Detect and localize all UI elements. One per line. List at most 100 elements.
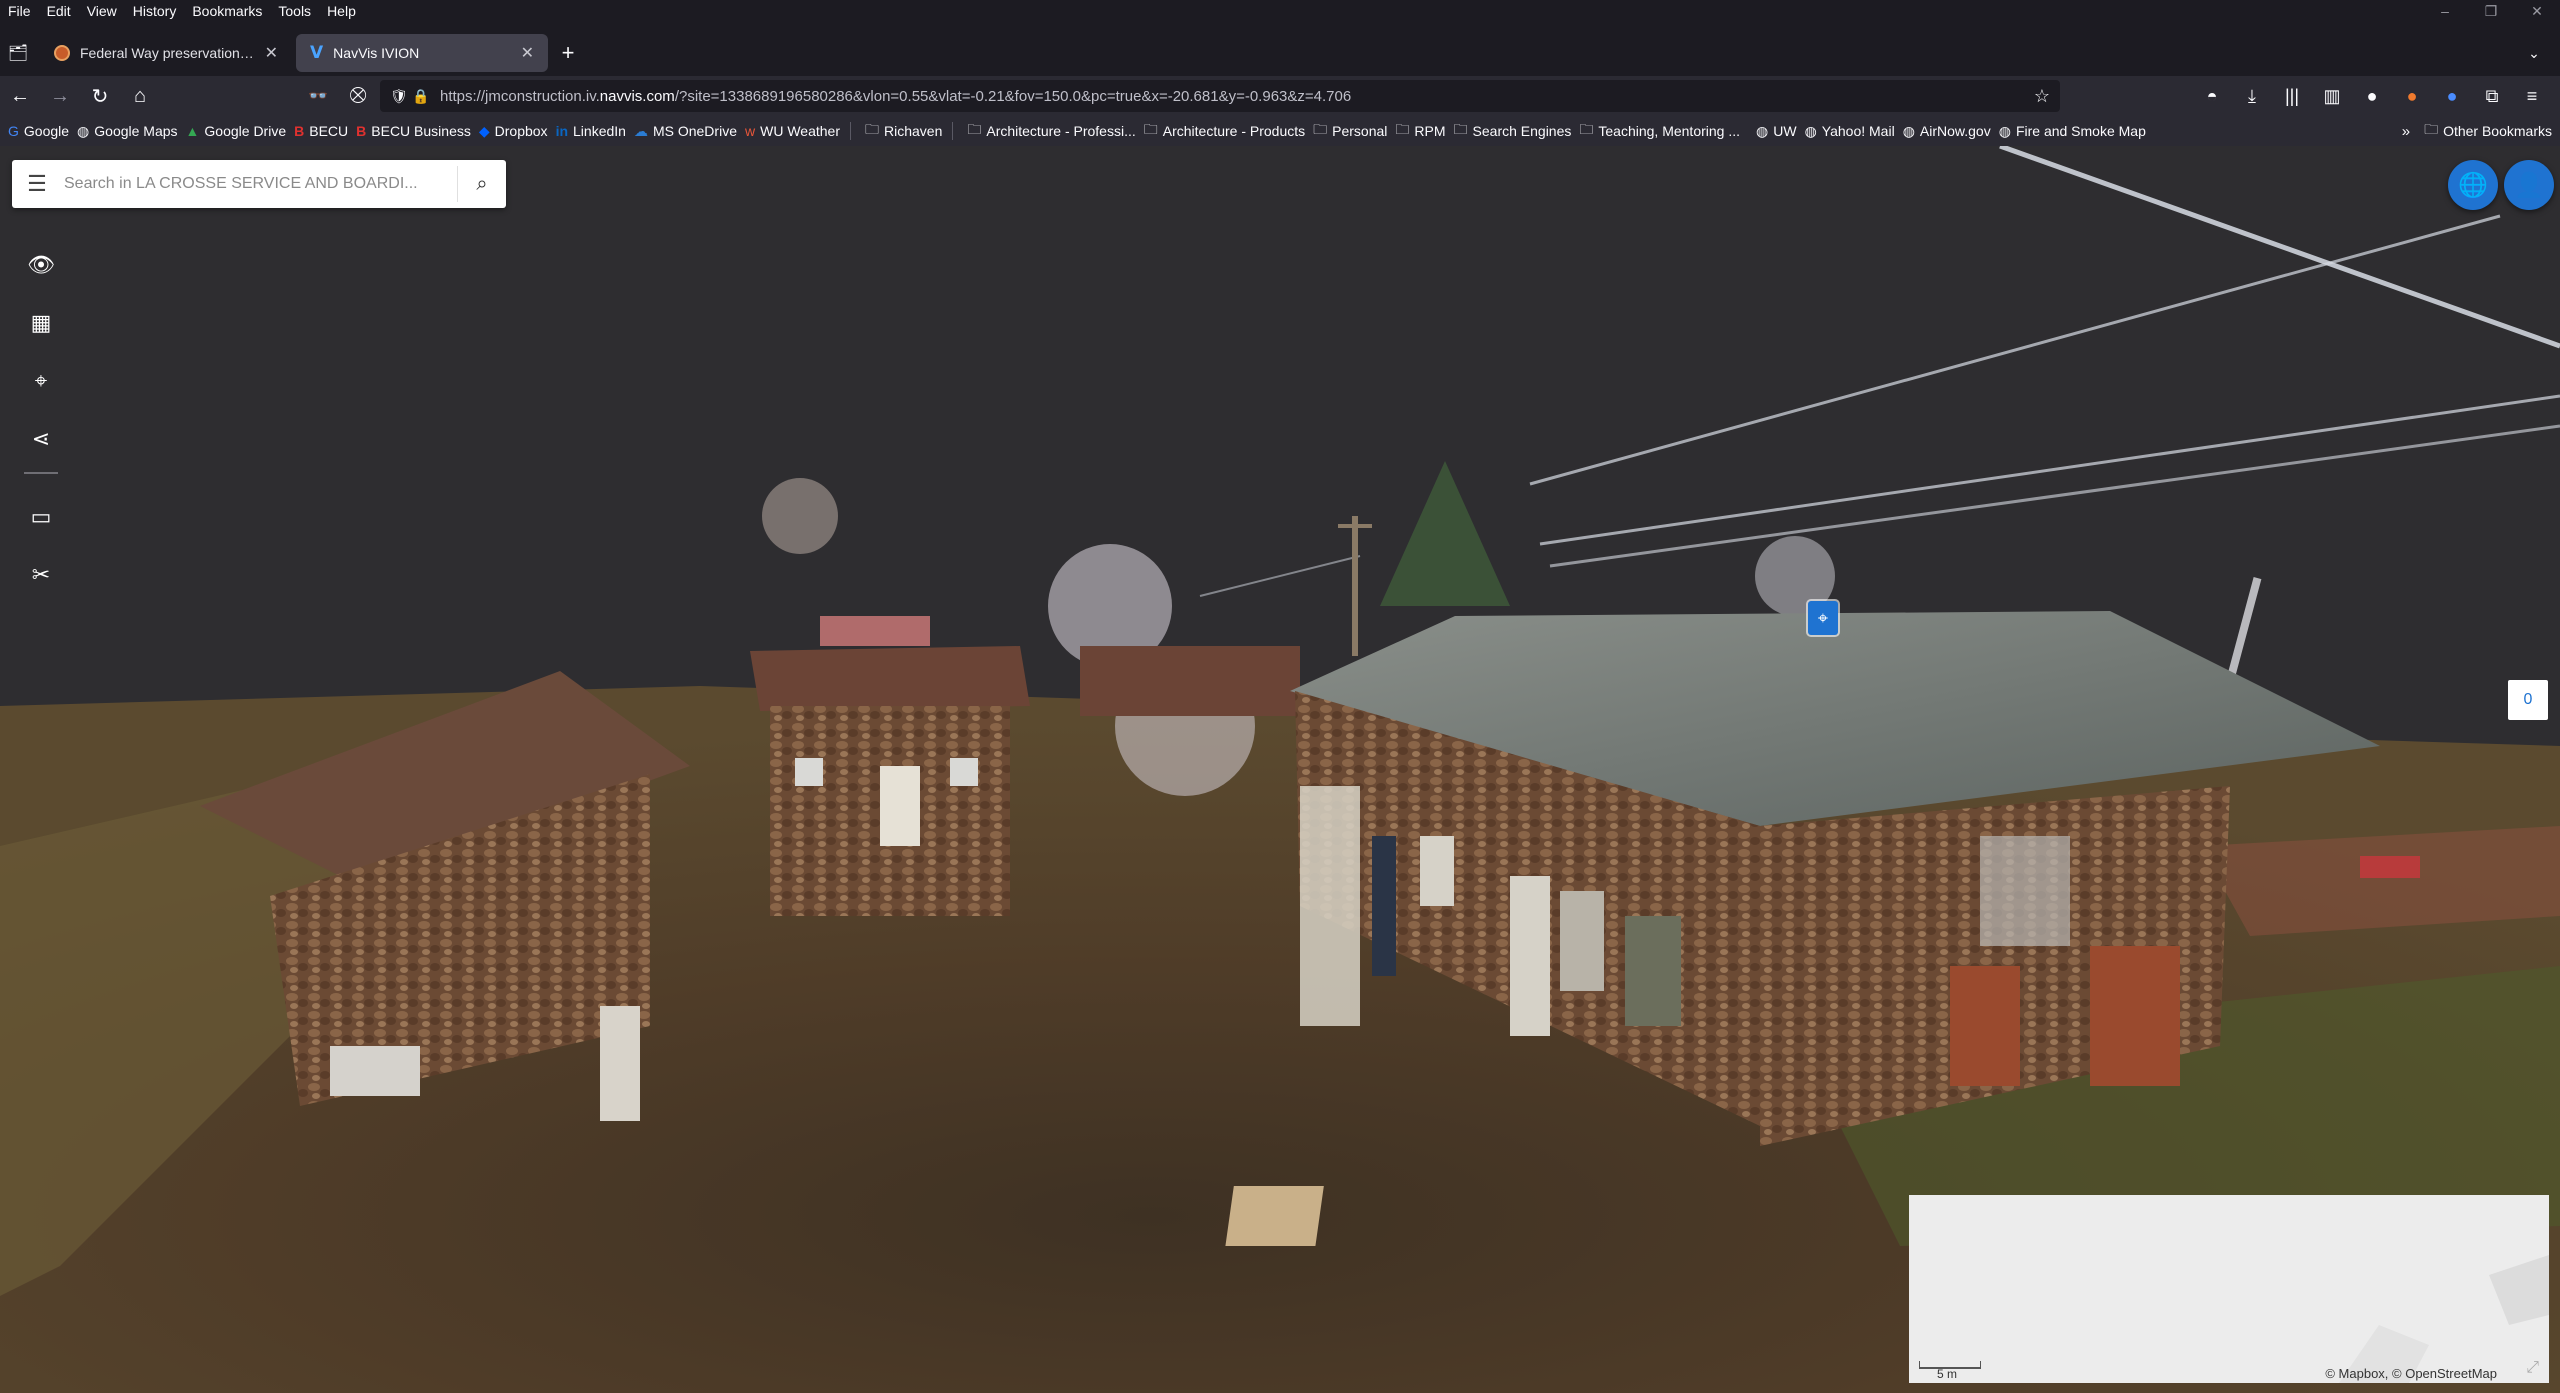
- other-bookmarks-folder[interactable]: 🗀 Other Bookmarks: [2424, 119, 2552, 143]
- navvis-favicon-icon: V: [310, 43, 324, 63]
- middle-cabin-roof: [750, 646, 1030, 711]
- minimap[interactable]: 5 m © Mapbox, © OpenStreetMap ⤢: [1909, 1195, 2549, 1383]
- bookmark-google[interactable]: G Google: [8, 123, 69, 139]
- folder-icon: 🗀: [1395, 121, 1410, 137]
- private-mask-icon[interactable]: 👓: [298, 78, 338, 114]
- url-text[interactable]: https://jmconstruction.iv.navvis.com/?si…: [440, 88, 1351, 105]
- middle-cabin-door: [880, 766, 920, 846]
- main-cabin-side-door: [2090, 946, 2180, 1086]
- bookmark-star-icon[interactable]: ☆: [2034, 86, 2050, 107]
- navigation-toolbar: ← → ↻ ⌂ 👓 ⛒ 🛡 🔒 https://jmconstruction.i…: [0, 76, 2560, 116]
- menu-bookmarks[interactable]: Bookmarks: [184, 3, 270, 19]
- poi-marker[interactable]: ⌖: [1808, 601, 1838, 635]
- list-all-tabs-icon[interactable]: ⌄: [2514, 35, 2554, 71]
- toolbar-divider: [24, 472, 58, 474]
- scissors-cut-icon[interactable]: ✂: [18, 546, 64, 604]
- google-icon: G: [8, 123, 19, 139]
- lock-icon[interactable]: 🔒: [412, 88, 429, 105]
- extensions-puzzle-icon[interactable]: ⧉: [2472, 86, 2512, 107]
- tab-navvis-ivion[interactable]: V NavVis IVION ✕: [296, 34, 548, 72]
- share-icon[interactable]: ⋖: [18, 410, 64, 468]
- bookmark-folder-rpm[interactable]: 🗀 RPM: [1395, 119, 1445, 143]
- new-tab-button[interactable]: +: [548, 35, 588, 71]
- folder-icon: 🗀: [1143, 121, 1158, 137]
- bookmark-folder-architecture-products[interactable]: 🗀 Architecture - Products: [1144, 119, 1305, 143]
- bookmark-ms-onedrive[interactable]: ☁ MS OneDrive: [634, 123, 737, 140]
- minimize-button[interactable]: –: [2422, 0, 2468, 22]
- downloads-icon[interactable]: ⤓: [2232, 86, 2272, 107]
- toolbar-extensions: ◓ ⤓ ||| ▥ ● ● ● ⧉ ≡: [2192, 78, 2552, 114]
- menu-edit[interactable]: Edit: [39, 3, 79, 19]
- tab-overview-icon[interactable]: 🗂: [0, 35, 36, 71]
- home-icon[interactable]: ⌂: [120, 78, 160, 114]
- concrete-slab: [1225, 1186, 1324, 1246]
- close-tab-icon[interactable]: ✕: [265, 43, 278, 63]
- bookmark-folder-teaching[interactable]: 🗀 Teaching, Mentoring ...: [1579, 119, 1740, 143]
- pocket-icon[interactable]: ◓: [2192, 86, 2232, 107]
- bookmark-folder-personal[interactable]: 🗀 Personal: [1313, 119, 1387, 143]
- menu-help[interactable]: Help: [319, 3, 364, 19]
- expand-map-icon[interactable]: ⤢: [2526, 1359, 2539, 1377]
- bookmark-google-maps[interactable]: ◍ Google Maps: [77, 123, 178, 140]
- point-cloud-viewer[interactable]: ☰ ⌕ 👁 ▦ ⌖ ⋖ ▭ ✂ 🌐 👤 ⌖ 0 5 m © Mapbox, © …: [0, 146, 2560, 1393]
- reload-icon[interactable]: ↻: [80, 78, 120, 114]
- close-tab-icon[interactable]: ✕: [521, 43, 534, 63]
- measure-ruler-icon[interactable]: ▭: [18, 488, 64, 546]
- shield-icon[interactable]: 🛡: [390, 88, 408, 105]
- bookmark-folder-search-engines[interactable]: 🗀 Search Engines: [1454, 119, 1572, 143]
- restore-button[interactable]: ❐: [2468, 0, 2514, 22]
- app-menu-icon[interactable]: ≡: [2512, 86, 2552, 107]
- map-attribution[interactable]: © Mapbox, © OpenStreetMap: [2325, 1366, 2497, 1381]
- tab-bar: 🗂 Federal Way preservation legisl ✕ V Na…: [0, 30, 2560, 76]
- tracking-protection-icon[interactable]: ⛒: [338, 78, 378, 114]
- globe-site-button[interactable]: 🌐: [2448, 160, 2498, 210]
- sidebar-toggle-icon[interactable]: ▥: [2312, 86, 2352, 107]
- forward-arrow-icon[interactable]: →: [40, 78, 80, 114]
- bookmark-google-drive[interactable]: ▲ Google Drive: [186, 123, 287, 139]
- bookmark-airnow[interactable]: ◍ AirNow.gov: [1903, 123, 1991, 140]
- middle-cabin-window: [795, 758, 823, 786]
- points-of-interest-pin-icon[interactable]: ⌖: [18, 352, 64, 410]
- menu-history[interactable]: History: [125, 3, 185, 19]
- layers-grid-icon[interactable]: ▦: [18, 294, 64, 352]
- minimap-shapes: [2339, 1255, 2549, 1383]
- menu-tools[interactable]: Tools: [270, 3, 319, 19]
- site-search-input[interactable]: [62, 163, 457, 205]
- bookmark-becu-business[interactable]: B BECU Business: [356, 123, 471, 139]
- becu-icon: B: [356, 123, 367, 139]
- main-cabin-side-door: [1950, 966, 2020, 1086]
- bookmark-dropbox[interactable]: ◆ Dropbox: [479, 123, 548, 140]
- library-icon[interactable]: |||: [2272, 86, 2312, 107]
- back-arrow-icon[interactable]: ←: [0, 78, 40, 114]
- tab-title: Federal Way preservation legisl: [80, 45, 257, 61]
- bookmark-fire-smoke-map[interactable]: ◍ Fire and Smoke Map: [1999, 123, 2146, 140]
- menu-view[interactable]: View: [79, 3, 125, 19]
- left-shed-door: [600, 1006, 640, 1121]
- zoom-extension-icon[interactable]: ●: [2432, 86, 2472, 107]
- hamburger-menu-icon[interactable]: ☰: [12, 171, 62, 197]
- main-cabin-doorway: [1372, 836, 1396, 976]
- chevron-overflow-icon[interactable]: »: [2402, 123, 2410, 140]
- map-scale-label: 5 m: [1937, 1367, 1958, 1381]
- search-icon[interactable]: ⌕: [457, 166, 506, 202]
- bookmark-folder-architecture-professional[interactable]: 🗀 Architecture - Professi...: [967, 119, 1135, 143]
- bookmark-linkedin[interactable]: in LinkedIn: [556, 123, 626, 139]
- bookmark-yahoo-mail[interactable]: ◍ Yahoo! Mail: [1805, 123, 1895, 140]
- poi-counter-badge[interactable]: 0: [2508, 680, 2548, 720]
- bookmark-folder-richaven[interactable]: 🗀 Richaven: [865, 119, 942, 143]
- bitwarden-extension-icon[interactable]: ●: [2352, 86, 2392, 107]
- close-window-button[interactable]: ✕: [2514, 0, 2560, 22]
- user-account-button[interactable]: 👤: [2504, 160, 2554, 210]
- brave-extension-icon[interactable]: ●: [2392, 86, 2432, 107]
- bookmark-wu-weather[interactable]: w WU Weather: [745, 123, 840, 139]
- bookmark-becu[interactable]: B BECU: [294, 123, 348, 139]
- bookmark-separator: [952, 122, 954, 140]
- address-bar[interactable]: 🛡 🔒 https://jmconstruction.iv.navvis.com…: [380, 80, 2060, 112]
- bookmark-uw[interactable]: ◍ UW: [1756, 123, 1797, 140]
- visibility-eye-icon[interactable]: 👁: [18, 236, 64, 294]
- globe-icon: ◍: [77, 122, 90, 139]
- tab-federal-way[interactable]: Federal Way preservation legisl ✕: [40, 34, 292, 72]
- onedrive-icon: ☁: [633, 122, 648, 139]
- menu-file[interactable]: File: [0, 3, 39, 19]
- minimap-parcel: [2489, 1255, 2549, 1325]
